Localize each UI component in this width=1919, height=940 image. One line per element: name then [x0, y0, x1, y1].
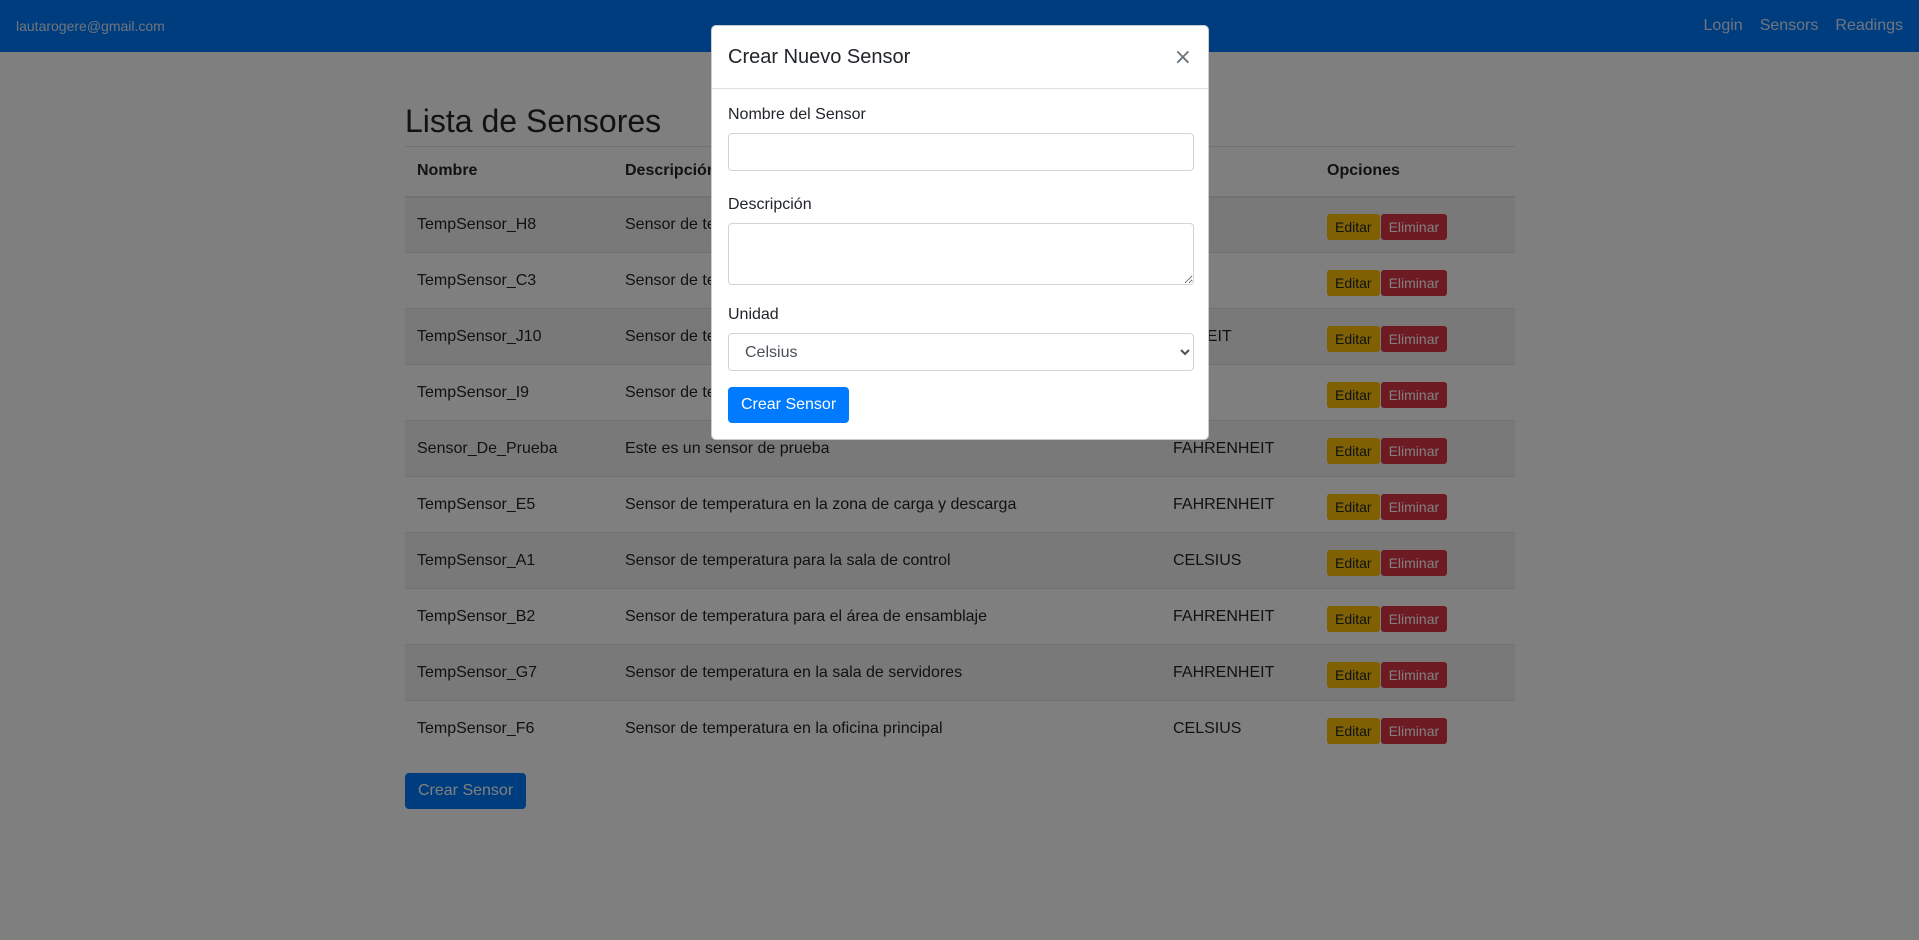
modal-create-sensor-button[interactable]: Crear Sensor	[728, 387, 850, 423]
sensor-name-label: Nombre del Sensor	[728, 106, 866, 123]
create-sensor-modal: Crear Nuevo Sensor × Nombre del Sensor D…	[711, 25, 1209, 440]
modal-title: Crear Nuevo Sensor	[728, 45, 911, 68]
unit-select[interactable]: Celsius	[728, 333, 1194, 371]
modal-body: Nombre del Sensor Descripción Unidad Cel…	[712, 89, 1208, 439]
sensor-name-input[interactable]	[728, 133, 1194, 171]
description-label: Descripción	[728, 196, 812, 213]
unit-label: Unidad	[728, 306, 779, 323]
close-icon[interactable]: ×	[1174, 45, 1192, 70]
modal-header: Crear Nuevo Sensor ×	[712, 26, 1208, 89]
description-textarea[interactable]	[728, 223, 1194, 285]
